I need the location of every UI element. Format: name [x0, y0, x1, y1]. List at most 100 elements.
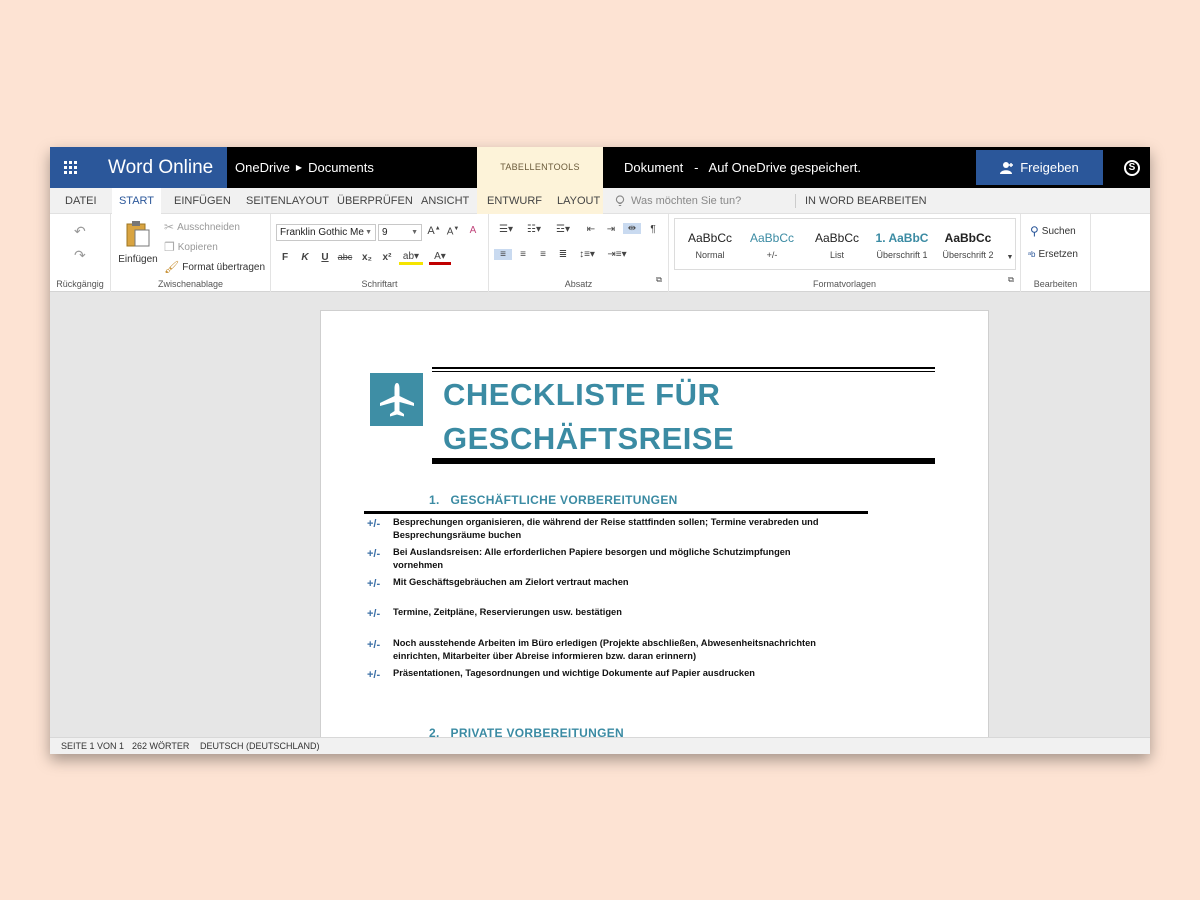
- skype-button[interactable]: S: [1114, 147, 1150, 188]
- item-mark: +/-: [367, 608, 381, 620]
- italic-button[interactable]: K: [297, 252, 313, 263]
- title-rule-top-thin: [432, 371, 935, 372]
- paste-button[interactable]: Einfügen: [117, 220, 159, 265]
- bullets-icon[interactable]: ☰▾: [495, 224, 517, 235]
- document-canvas[interactable]: CHECKLISTE FÜR GESCHÄFTSREISE 1. GESCHÄF…: [50, 292, 1150, 737]
- style-name: +/-: [766, 250, 778, 260]
- editing-group-label: Bearbeiten: [1033, 279, 1078, 289]
- redo-icon[interactable]: ↷: [74, 247, 86, 264]
- style-heading-2[interactable]: AaBbCc Überschrift 2: [935, 229, 1001, 260]
- tab-entwurf[interactable]: ENTWURF: [487, 188, 542, 214]
- search-icon: ⚲: [1030, 224, 1039, 238]
- document-page[interactable]: CHECKLISTE FÜR GESCHÄFTSREISE 1. GESCHÄF…: [320, 310, 989, 737]
- font-name-select[interactable]: Franklin Gothic Me ▼: [276, 224, 376, 241]
- line-spacing-icon[interactable]: ↕≡▾: [575, 249, 599, 260]
- font-size-value: 9: [382, 227, 388, 238]
- word-online-window: Word Online OneDrive ▶ Documents TABELLE…: [50, 147, 1150, 754]
- section-heading-2[interactable]: 2. PRIVATE VORBEREITUNGEN: [429, 726, 624, 737]
- waffle-icon: [64, 161, 77, 174]
- clear-format-icon[interactable]: A: [465, 225, 481, 236]
- checklist-item[interactable]: +/- Mit Geschäftsgebräuchen am Zielort v…: [367, 576, 827, 604]
- font-group: Franklin Gothic Me ▼ 9 ▼ A▲ A▼ A F K U a…: [271, 214, 489, 292]
- checklist-item[interactable]: +/- Besprechungen organisieren, die währ…: [367, 516, 827, 544]
- title-bar: Word Online OneDrive ▶ Documents TABELLE…: [50, 147, 1150, 188]
- undo-icon[interactable]: ↶: [74, 223, 86, 240]
- style-sample: AaBbCc: [687, 231, 733, 245]
- scissors-icon: ✂: [164, 220, 175, 234]
- word-count[interactable]: 262 WÖRTER: [132, 738, 189, 754]
- ribbon-tabs: DATEI START EINFÜGEN SEITENLAYOUT ÜBERPR…: [50, 188, 1150, 215]
- document-title[interactable]: CHECKLISTE FÜR GESCHÄFTSREISE: [443, 373, 734, 461]
- shrink-font-icon[interactable]: A▼: [445, 226, 461, 237]
- font-size-select[interactable]: 9 ▼: [378, 224, 422, 241]
- bold-button[interactable]: F: [277, 252, 293, 263]
- paragraph-spacing-icon[interactable]: ⇥≡▾: [605, 249, 629, 260]
- tab-einfuegen[interactable]: EINFÜGEN: [174, 188, 231, 214]
- underline-button[interactable]: U: [317, 252, 333, 263]
- highlight-icon[interactable]: ab▾: [399, 251, 423, 265]
- align-center-icon[interactable]: ≡: [515, 249, 531, 260]
- font-color-icon[interactable]: A▾: [429, 251, 451, 265]
- format-painter-button[interactable]: 🖌 Format übertragen: [164, 260, 265, 274]
- align-left-icon[interactable]: ≡: [494, 249, 512, 260]
- align-right-icon[interactable]: ≡: [535, 249, 551, 260]
- tab-seitenlayout[interactable]: SEITENLAYOUT: [246, 188, 329, 214]
- airplane-icon: [370, 373, 423, 426]
- checklist-item[interactable]: +/- Termine, Zeitpläne, Reservierungen u…: [367, 606, 827, 634]
- style-plus-minus[interactable]: AaBbCc +/-: [739, 229, 805, 260]
- cut-label: Ausschneiden: [177, 221, 240, 233]
- pilcrow-icon[interactable]: ¶: [645, 224, 661, 235]
- item-mark: +/-: [367, 548, 381, 560]
- style-heading-1[interactable]: 1. AaBbC Überschrift 1: [869, 229, 935, 260]
- app-launcher-button[interactable]: [50, 147, 91, 188]
- share-button[interactable]: Freigeben: [976, 150, 1103, 185]
- strikethrough-button[interactable]: abc: [337, 252, 353, 262]
- gallery-more-icon[interactable]: ▼: [1002, 254, 1018, 261]
- tab-layout[interactable]: LAYOUT: [557, 188, 600, 214]
- item-text: Termine, Zeitpläne, Reservierungen usw. …: [393, 607, 622, 617]
- tell-me-box[interactable]: Was möchten Sie tun?: [615, 188, 741, 214]
- edit-in-word-button[interactable]: IN WORD BEARBEITEN: [805, 188, 927, 214]
- find-button[interactable]: ⚲ Suchen: [1030, 224, 1076, 238]
- breadcrumb-onedrive[interactable]: OneDrive: [235, 147, 290, 188]
- document-status: Dokument - Auf OneDrive gespeichert.: [624, 160, 861, 175]
- tab-datei[interactable]: DATEI: [65, 188, 97, 214]
- font-group-label: Schriftart: [361, 279, 398, 289]
- subscript-button[interactable]: x₂: [359, 252, 375, 263]
- copy-icon: ❐: [164, 240, 175, 254]
- item-mark: +/-: [367, 639, 381, 651]
- superscript-button[interactable]: x²: [379, 252, 395, 263]
- checklist-item[interactable]: +/- Noch ausstehende Arbeiten im Büro er…: [367, 637, 827, 665]
- clipboard-group: Einfügen ✂ Ausschneiden ❐ Kopieren 🖌 For…: [111, 214, 271, 292]
- multilevel-list-icon[interactable]: ☲▾: [551, 224, 575, 235]
- tab-ansicht[interactable]: ANSICHT: [421, 188, 469, 214]
- style-normal[interactable]: AaBbCc Normal: [677, 229, 743, 260]
- style-sample: 1. AaBbC: [875, 231, 929, 245]
- tab-ueberpruefen[interactable]: ÜBERPRÜFEN: [337, 188, 413, 214]
- numbering-icon[interactable]: ☷▾: [523, 224, 545, 235]
- language-indicator[interactable]: DEUTSCH (DEUTSCHLAND): [200, 738, 320, 754]
- ltr-text-icon[interactable]: ⇹: [623, 223, 641, 234]
- copy-button[interactable]: ❐ Kopieren: [164, 240, 218, 254]
- justify-icon[interactable]: ≣: [555, 249, 571, 260]
- app-name[interactable]: Word Online: [91, 147, 227, 188]
- checklist-item[interactable]: +/- Präsentationen, Tagesordnungen und w…: [367, 667, 827, 695]
- breadcrumb-documents[interactable]: Documents: [308, 147, 374, 188]
- tab-start[interactable]: START: [112, 188, 161, 215]
- checklist-item[interactable]: +/- Bei Auslandsreisen: Alle erforderlic…: [367, 546, 827, 574]
- style-list[interactable]: AaBbCc List: [804, 229, 870, 260]
- style-name: Normal: [695, 250, 725, 260]
- title-rule-bottom: [432, 458, 935, 464]
- cut-button[interactable]: ✂ Ausschneiden: [164, 220, 240, 234]
- grow-font-icon[interactable]: A▲: [426, 225, 442, 237]
- replace-icon: ᵃb: [1028, 250, 1036, 259]
- title-rule-top: [432, 367, 935, 369]
- chevron-right-icon: ▶: [295, 163, 303, 172]
- increase-indent-icon[interactable]: ⇥: [603, 224, 619, 235]
- decrease-indent-icon[interactable]: ⇤: [583, 224, 599, 235]
- replace-button[interactable]: ᵃb Ersetzen: [1028, 249, 1078, 260]
- section-heading-1[interactable]: 1. GESCHÄFTLICHE VORBEREITUNGEN: [429, 493, 678, 507]
- chevron-down-icon: ▼: [411, 229, 418, 236]
- paragraph-group: ☰▾ ☷▾ ☲▾ ⇤ ⇥ ⇹ ¶ ≡ ≡ ≡ ≣ ↕≡▾ ⇥≡▾ ⧉ Absat…: [489, 214, 669, 292]
- styles-group: AaBbCc Normal AaBbCc +/- AaBbCc List 1. …: [669, 214, 1021, 292]
